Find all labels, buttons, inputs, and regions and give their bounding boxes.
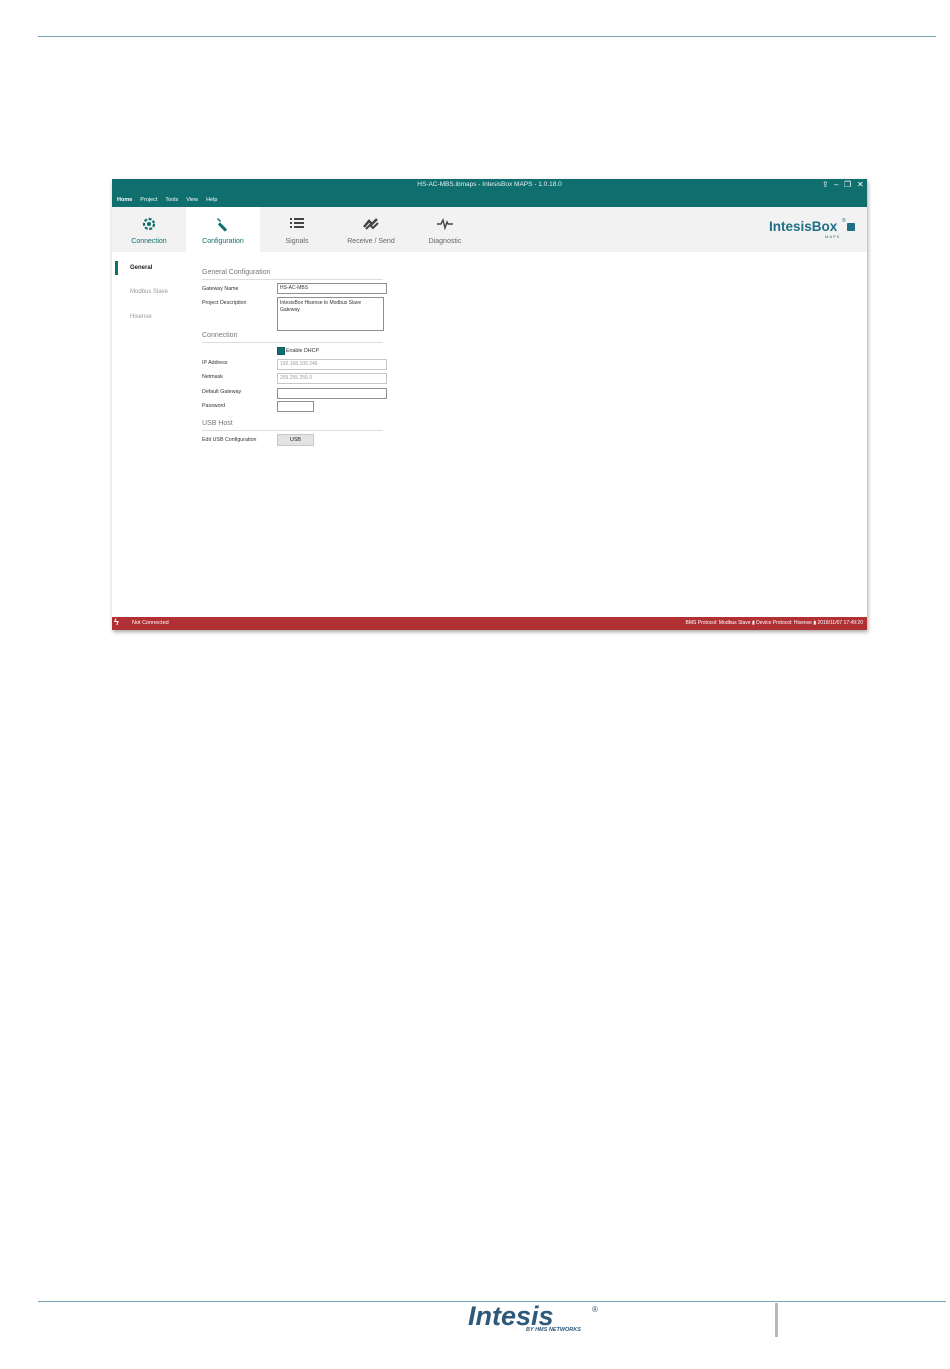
tab-connection-label: Connection (131, 238, 167, 245)
usb-host-title: USB Host (202, 420, 233, 427)
status-bar: ϟ Not Connected BMS Protocol: Modbus Sla… (112, 617, 867, 630)
tab-signals-label: Signals (285, 238, 309, 245)
sidebar-item-modbus-slave[interactable]: Modbus Slave (130, 289, 168, 295)
project-description-label: Project Description (202, 300, 247, 306)
enable-dhcp-checkbox[interactable] (277, 347, 285, 355)
tab-configuration[interactable]: Configuration (186, 207, 260, 252)
menu-home[interactable]: Home (117, 197, 132, 203)
upload-icon[interactable]: ⇪ (822, 180, 829, 189)
netmask-label: Netmask (202, 374, 223, 380)
sidebar-item-hisense[interactable]: Hisense (130, 314, 152, 320)
ribbon: Connection Configuration Signals Receive… (112, 207, 867, 252)
menu-project[interactable]: Project (140, 197, 157, 203)
restore-button[interactable]: ❐ (844, 180, 851, 189)
tab-configuration-label: Configuration (202, 238, 244, 245)
edit-usb-config-label: Edit USB Configuration (202, 437, 257, 443)
general-config-title: General Configuration (202, 269, 271, 276)
enable-dhcp-label: Enable DHCP (286, 348, 319, 354)
pulse-icon (437, 217, 453, 231)
menu-view[interactable]: View (186, 197, 198, 203)
tab-receive-send-label: Receive / Send (347, 238, 395, 245)
connection-gear-icon (142, 217, 156, 231)
divider (202, 279, 383, 280)
sidebar-selection-marker (115, 261, 118, 275)
brand-reg: ® (842, 218, 846, 224)
netmask-input[interactable]: 255.255.255.0 (277, 373, 387, 384)
minimize-button[interactable]: – (834, 180, 838, 189)
default-gateway-input[interactable] (277, 388, 387, 399)
window-title: HS-AC-MBS.ibmaps - IntesisBox MAPS - 1.0… (417, 181, 562, 188)
tab-diagnostic[interactable]: Diagnostic (408, 207, 482, 252)
footer-divider (775, 1303, 778, 1337)
ip-address-input[interactable]: 192.168.100.246 (277, 359, 387, 370)
connection-status: Not Connected (132, 620, 169, 626)
gateway-name-label: Gateway Name (202, 286, 239, 292)
ip-address-label: IP Address (202, 360, 228, 366)
usb-button[interactable]: USB (277, 434, 314, 446)
protocol-status: BMS Protocol: Modbus Slave ▮ Device Prot… (685, 620, 863, 626)
footer-logo-reg: ® (592, 1305, 598, 1314)
password-input[interactable] (277, 401, 314, 412)
connection-section: Connection (202, 332, 383, 343)
gateway-name-input[interactable]: HS-AC-MBS (277, 283, 387, 294)
header-rule (38, 36, 936, 37)
usb-host-section: USB Host (202, 420, 383, 431)
tab-receive-send[interactable]: Receive / Send (334, 207, 408, 252)
list-icon (290, 218, 304, 228)
divider (202, 342, 383, 343)
project-description-textarea[interactable]: IntesisBox Hisense to Modbus Slave Gatew… (277, 297, 384, 331)
transfer-icon (363, 218, 379, 230)
brand-sub: MAPS (825, 234, 841, 239)
tab-signals[interactable]: Signals (260, 207, 334, 252)
default-gateway-label: Default Gateway (202, 389, 242, 395)
password-label: Password (202, 403, 226, 409)
intesisbox-logo: IntesisBox ® MAPS (769, 218, 861, 243)
tab-diagnostic-label: Diagnostic (428, 238, 462, 245)
disconnected-icon: ϟ (114, 617, 119, 627)
footer-logo-sub: BY HMS NETWORKS (526, 1327, 581, 1333)
close-button[interactable]: ✕ (857, 180, 864, 189)
brand-box-icon (847, 223, 855, 231)
sidebar-item-general[interactable]: General (130, 265, 152, 271)
divider (202, 430, 383, 431)
title-bar: HS-AC-MBS.ibmaps - IntesisBox MAPS - 1.0… (112, 179, 867, 207)
menu-bar: Home Project Tools View Help (117, 197, 217, 203)
brand-name: IntesisBox (769, 219, 838, 234)
menu-help[interactable]: Help (206, 197, 217, 203)
app-window: HS-AC-MBS.ibmaps - IntesisBox MAPS - 1.0… (112, 179, 867, 630)
connection-title: Connection (202, 332, 238, 339)
general-config-section: General Configuration (202, 269, 383, 280)
wrench-icon (217, 218, 228, 232)
tab-connection[interactable]: Connection (112, 207, 186, 252)
intesis-footer-logo: Intesis ® BY HMS NETWORKS (466, 1301, 606, 1337)
menu-tools[interactable]: Tools (165, 197, 178, 203)
